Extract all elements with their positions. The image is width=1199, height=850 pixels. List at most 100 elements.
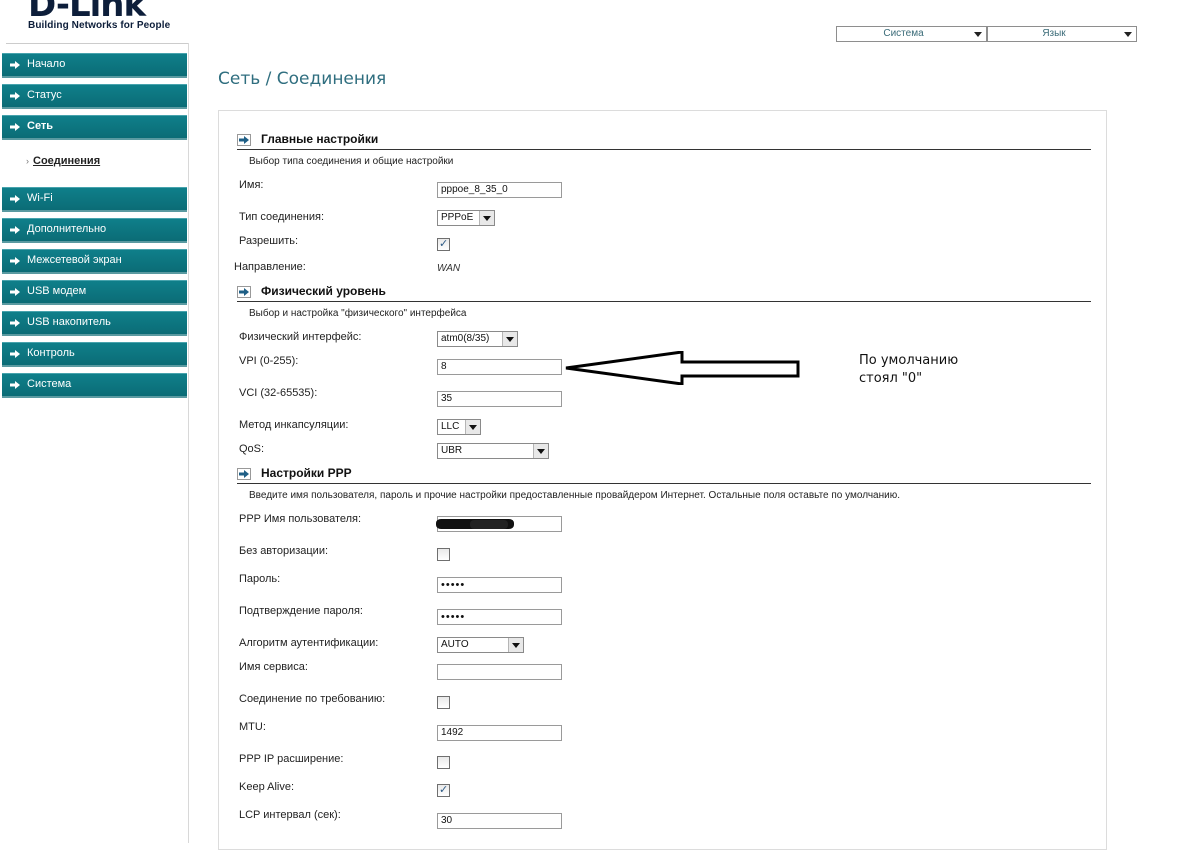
name-label: Имя: <box>239 179 264 191</box>
annotation-note: По умолчанию стоял "0" <box>859 352 958 388</box>
sidebar-item-label: Статус <box>27 89 62 101</box>
on-demand-checkbox[interactable] <box>437 696 450 709</box>
sidebar-item-label: USB накопитель <box>27 316 111 328</box>
chevron-down-icon <box>508 638 523 652</box>
password-confirm-label: Подтверждение пароля: <box>239 605 363 617</box>
section-ppp-settings: Настройки PPP <box>237 465 1091 484</box>
keep-alive-checkbox[interactable]: ✓ <box>437 784 450 797</box>
system-menu-label: Система <box>883 28 924 39</box>
sidebar-divider <box>6 43 188 44</box>
password-input[interactable]: ••••• <box>437 577 562 593</box>
physical-interface-select[interactable]: atm0(8/35) <box>437 331 518 347</box>
sidebar-item-home[interactable]: Начало <box>2 53 187 78</box>
auth-algorithm-select[interactable]: AUTO <box>437 637 524 653</box>
ppp-ip-extension-checkbox[interactable] <box>437 756 450 769</box>
encapsulation-select[interactable]: LLC <box>437 419 481 435</box>
section-description: Выбор типа соединения и общие настройки <box>249 156 454 167</box>
annotation-arrow-icon <box>565 351 800 385</box>
lcp-interval-label: LCP интервал (сек): <box>239 809 341 821</box>
no-auth-checkbox[interactable] <box>437 548 450 561</box>
mtu-input[interactable]: 1492 <box>437 725 562 741</box>
check-icon: ✓ <box>439 237 449 250</box>
sidebar-item-label: Wi-Fi <box>27 192 53 204</box>
qos-value: UBR <box>441 445 463 456</box>
chevron-down-icon <box>502 332 517 346</box>
connection-type-select[interactable]: PPPoE <box>437 210 495 226</box>
no-auth-label: Без авторизации: <box>239 545 329 557</box>
sidebar-item-usb-storage[interactable]: USB накопитель <box>2 311 187 336</box>
arrow-right-icon <box>10 123 20 131</box>
vci-input[interactable]: 35 <box>437 391 562 407</box>
language-select[interactable]: Язык <box>987 26 1137 42</box>
sidebar-item-label: Межсетевой экран <box>27 254 122 266</box>
vpi-label: VPI (0-255): <box>239 355 299 367</box>
chevron-down-icon <box>1124 32 1132 37</box>
name-input[interactable]: pppoe_8_35_0 <box>437 182 562 198</box>
arrow-right-icon <box>10 350 20 358</box>
arrow-right-icon <box>10 257 20 265</box>
connection-type-value: PPPoE <box>441 212 474 223</box>
system-menu-select[interactable]: Система <box>836 26 987 42</box>
sidebar-subitem-connections[interactable]: › Соединения <box>26 155 100 167</box>
sidebar-item-firewall[interactable]: Межсетевой экран <box>2 249 187 274</box>
on-demand-label: Соединение по требованию: <box>239 693 386 705</box>
auth-algorithm-label: Алгоритм аутентификации: <box>239 637 379 649</box>
chevron-down-icon <box>974 32 982 37</box>
arrow-right-icon <box>10 288 20 296</box>
direction-value: WAN <box>437 263 461 274</box>
section-arrow-icon <box>237 134 251 146</box>
encapsulation-label: Метод инкапсуляции: <box>239 419 349 431</box>
arrow-right-icon <box>10 61 20 69</box>
sidebar-item-usb-modem[interactable]: USB модем <box>2 280 187 305</box>
arrow-right-icon <box>10 195 20 203</box>
section-description: Выбор и настройка "физического" интерфей… <box>249 308 467 319</box>
sidebar-item-control[interactable]: Контроль <box>2 342 187 367</box>
section-arrow-icon <box>237 468 251 480</box>
chevron-down-icon <box>533 444 548 458</box>
bullet-icon: › <box>26 156 29 166</box>
section-arrow-icon <box>237 286 251 298</box>
sidebar-item-label: Контроль <box>27 347 75 359</box>
logo-name: D-Link <box>28 0 146 25</box>
section-main-settings: Главные настройки <box>237 131 1091 150</box>
qos-label: QoS: <box>239 443 265 455</box>
sidebar-item-label: Начало <box>27 58 66 70</box>
section-description: Введите имя пользователя, пароль и прочи… <box>249 490 901 501</box>
sidebar-item-label: Система <box>27 378 72 390</box>
lcp-interval-input[interactable]: 30 <box>437 813 562 829</box>
ppp-username-label: PPP Имя пользователя: <box>239 513 362 525</box>
sidebar-item-status[interactable]: Статус <box>2 84 187 109</box>
sidebar-item-wifi[interactable]: Wi-Fi <box>2 187 187 212</box>
dlink-logo: D-Link Building Networks for People <box>28 0 170 31</box>
password-confirm-input[interactable]: ••••• <box>437 609 562 625</box>
arrow-right-icon <box>10 92 20 100</box>
keep-alive-label: Keep Alive: <box>239 781 295 793</box>
arrow-right-icon <box>10 381 20 389</box>
logo-tagline: Building Networks for People <box>28 20 171 31</box>
sidebar-item-advanced[interactable]: Дополнительно <box>2 218 187 243</box>
sidebar-subitem-label: Соединения <box>33 155 101 167</box>
language-label: Язык <box>1042 28 1066 39</box>
physical-interface-value: atm0(8/35) <box>441 333 490 344</box>
direction-label: Направление: <box>234 261 306 273</box>
sidebar-item-system[interactable]: Система <box>2 373 187 398</box>
sidebar-item-label: Дополнительно <box>27 223 107 235</box>
check-icon: ✓ <box>439 783 449 796</box>
physical-interface-label: Физический интерфейс: <box>239 331 362 343</box>
qos-select[interactable]: UBR <box>437 443 549 459</box>
section-title: Физический уровень <box>261 284 386 298</box>
ppp-ip-extension-label: PPP IP расширение: <box>239 753 344 765</box>
service-name-label: Имя сервиса: <box>239 661 308 673</box>
enable-checkbox[interactable]: ✓ <box>437 238 450 251</box>
chevron-down-icon <box>479 211 494 225</box>
vpi-input[interactable]: 8 <box>437 359 562 375</box>
redacted-username-scribble <box>470 520 508 529</box>
service-name-input[interactable] <box>437 664 562 680</box>
connection-type-label: Тип соединения: <box>239 211 324 223</box>
password-label: Пароль: <box>239 573 281 585</box>
sidebar: Начало Статус Сеть › Соединения Wi-Fi Доп… <box>0 43 189 843</box>
section-title: Главные настройки <box>261 132 379 146</box>
section-physical-layer: Физический уровень <box>237 283 1091 302</box>
sidebar-item-network[interactable]: Сеть <box>2 115 187 140</box>
section-title: Настройки PPP <box>261 466 352 480</box>
